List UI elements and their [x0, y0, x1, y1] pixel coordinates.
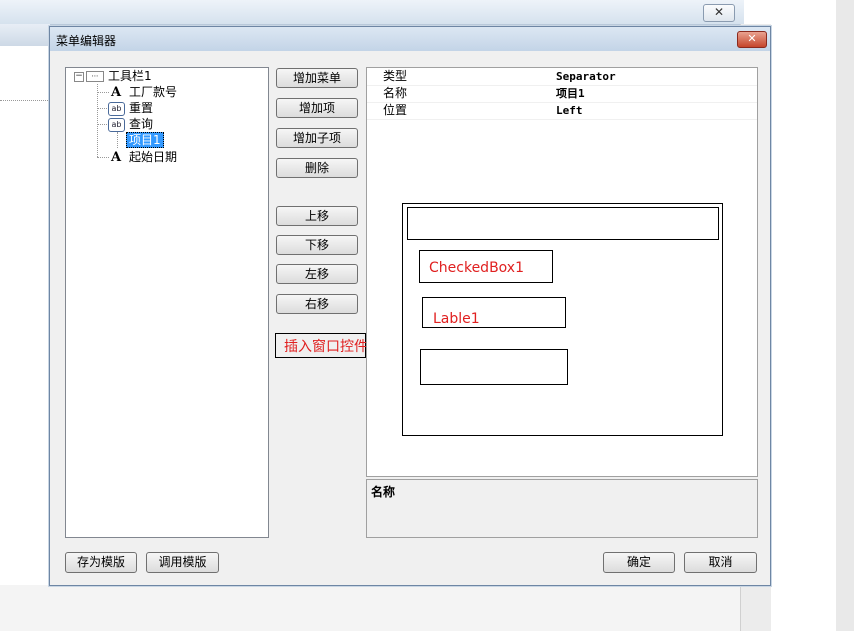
sketch-label-box: Lable1	[422, 297, 566, 328]
property-row[interactable]: 位置 Left	[367, 102, 757, 120]
save-template-button[interactable]: 存为模版	[65, 552, 137, 573]
toolbar-icon: ⋯	[86, 71, 104, 82]
button-ab-icon: ab	[108, 117, 125, 132]
move-down-button[interactable]: 下移	[276, 235, 358, 255]
add-item-button[interactable]: 增加项	[276, 98, 358, 118]
property-name: 名称	[383, 86, 408, 100]
delete-button[interactable]: 删除	[276, 158, 358, 178]
description-title: 名称	[371, 485, 396, 499]
text-label-icon: A	[111, 85, 122, 100]
property-value[interactable]: 项目1	[556, 85, 585, 102]
dialog-close-button[interactable]: ✕	[737, 31, 767, 48]
sketch-checkbox-box: CheckedBox1	[419, 250, 553, 283]
menu-tree[interactable]: − ⋯ 工具栏1 A 工厂款号 ab 重置 ab 查询 项目1 A 起始日期	[65, 67, 269, 538]
background-close-button[interactable]: ✕	[703, 4, 735, 22]
dialog-titlebar: 菜单编辑器 ✕	[50, 27, 770, 51]
sketch-top-bar	[407, 207, 719, 240]
tree-connector	[97, 92, 109, 93]
background-toolbar	[0, 24, 50, 46]
tree-connector	[97, 84, 98, 157]
property-name: 位置	[383, 103, 408, 117]
tree-node-item-selected[interactable]: 项目1	[126, 132, 164, 148]
tree-node-item[interactable]: A 起始日期	[111, 149, 177, 165]
ok-button[interactable]: 确定	[603, 552, 675, 573]
tree-node-toolbar[interactable]: ⋯ 工具栏1	[86, 68, 152, 84]
text-label-icon: A	[111, 150, 122, 165]
sketch-empty-box	[420, 349, 568, 385]
sketch-checkbox-label: CheckedBox1	[429, 260, 524, 276]
tree-node-item[interactable]: ab 重置	[108, 100, 153, 116]
move-right-button[interactable]: 右移	[276, 294, 358, 314]
button-ab-icon: ab	[108, 101, 125, 116]
tree-node-item[interactable]: ab 查询	[108, 116, 153, 132]
tree-node-label: 工具栏1	[108, 69, 152, 83]
move-left-button[interactable]: 左移	[276, 264, 358, 284]
property-row[interactable]: 名称 项目1	[367, 85, 757, 103]
property-row[interactable]: 类型 Separator	[367, 68, 757, 86]
tree-node-label: 查询	[129, 117, 154, 131]
background-titlebar	[0, 0, 744, 25]
background-lower-area	[0, 585, 740, 631]
collapse-icon[interactable]: −	[74, 72, 84, 82]
menu-editor-dialog: 菜单编辑器 ✕ − ⋯ 工具栏1 A 工厂款号 ab 重置 ab 查询 项目1 A 起始日…	[49, 26, 771, 586]
property-value[interactable]: Left	[556, 102, 583, 119]
dialog-title: 菜单编辑器	[56, 34, 117, 48]
property-name: 类型	[383, 69, 408, 83]
sketch-label-text: Lable1	[433, 311, 480, 327]
background-divider	[0, 100, 50, 101]
cancel-button[interactable]: 取消	[684, 552, 757, 573]
move-up-button[interactable]: 上移	[276, 206, 358, 226]
tree-connector	[97, 157, 109, 158]
tree-node-item[interactable]: A 工厂款号	[111, 84, 177, 100]
sketch-window-frame: CheckedBox1 Lable1	[402, 203, 723, 436]
add-menu-button[interactable]: 增加菜单	[276, 68, 358, 88]
tree-node-label: 项目1	[126, 132, 164, 148]
tree-connector	[117, 132, 118, 148]
tree-node-label: 重置	[129, 101, 154, 115]
load-template-button[interactable]: 调用模版	[146, 552, 219, 573]
insert-window-control-label: 插入窗口控件	[284, 339, 368, 355]
property-description-pane: 名称	[366, 479, 758, 538]
insert-window-control-button[interactable]: 插入窗口控件	[275, 333, 368, 358]
tree-node-label: 工厂款号	[129, 85, 178, 99]
tree-node-label: 起始日期	[129, 150, 178, 164]
add-subitem-button[interactable]: 增加子项	[276, 128, 358, 148]
property-value[interactable]: Separator	[556, 68, 616, 85]
background-scrollbar[interactable]	[836, 0, 854, 631]
